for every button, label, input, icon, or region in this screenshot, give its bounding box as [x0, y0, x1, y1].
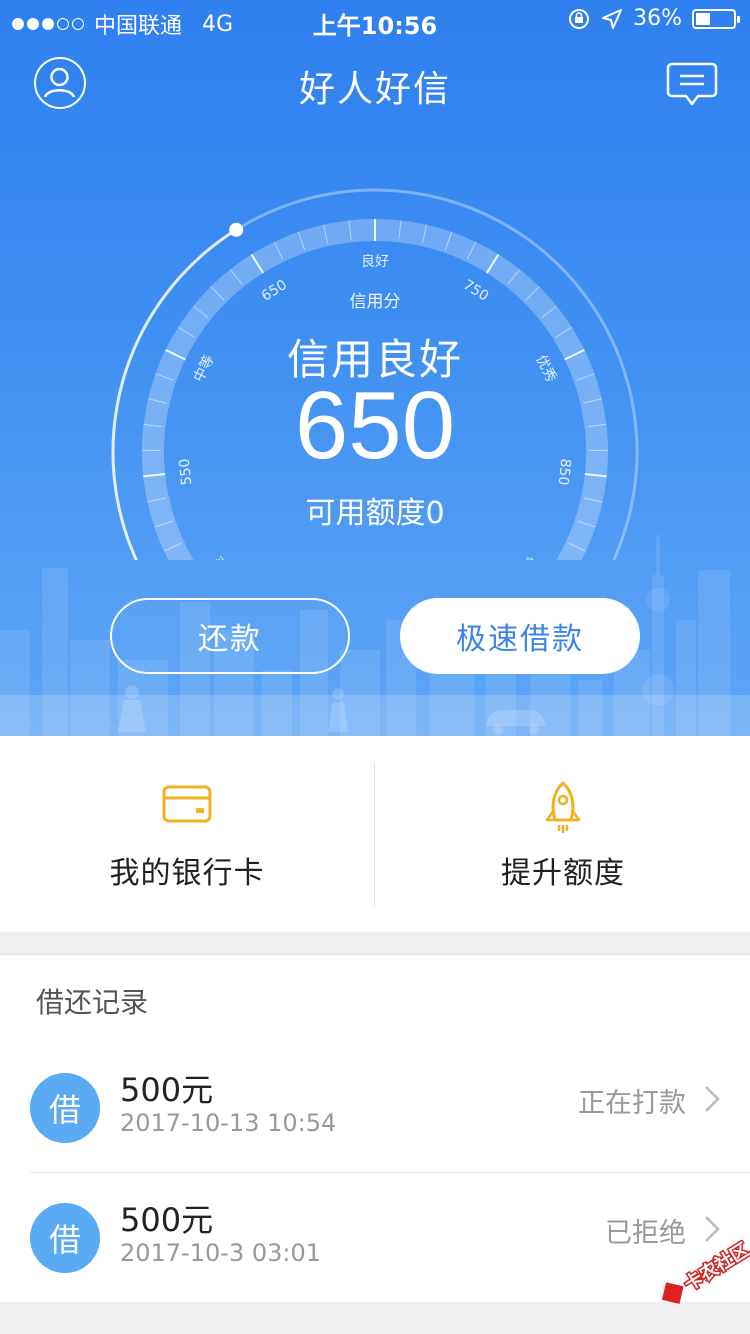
gauge-tick-label: 良好	[361, 254, 389, 270]
record-row[interactable]: 借 500元 2017-10-3 03:01 已拒绝	[0, 1173, 750, 1303]
record-status: 正在打款	[578, 1088, 686, 1119]
quick-actions-divider	[374, 762, 375, 906]
page-title: 好人好信	[298, 69, 451, 110]
borrow-badge: 借	[30, 1203, 100, 1273]
credit-score: 650	[294, 372, 456, 479]
gauge-subtitle: 信用分	[349, 292, 401, 312]
my-bank-card-label: 我的银行卡	[109, 856, 265, 891]
record-row[interactable]: 借 500元 2017-10-13 10:54 正在打款	[0, 1043, 750, 1173]
gauge-progress-marker	[229, 222, 244, 237]
rocket-icon	[543, 780, 583, 840]
record-date: 2017-10-3 03:01	[120, 1239, 321, 1267]
record-date: 2017-10-13 10:54	[120, 1109, 337, 1137]
quick-actions: 我的银行卡 提升额度	[0, 736, 750, 932]
chevron-right-icon	[705, 1086, 720, 1112]
borrow-badge: 借	[30, 1073, 100, 1143]
rotation-lock-icon	[569, 8, 590, 29]
location-arrow-icon	[602, 8, 623, 29]
chevron-right-icon	[705, 1216, 720, 1242]
svg-text:卡农社区: 卡农社区	[680, 1240, 750, 1295]
battery-icon	[692, 8, 740, 29]
repay-button[interactable]: 还款	[110, 598, 350, 674]
watermark-logo: 卡农社区	[661, 1240, 750, 1304]
my-bank-card-item[interactable]: 我的银行卡	[0, 736, 374, 932]
status-right: 36%	[567, 6, 740, 31]
record-amount: 500元	[120, 1071, 214, 1109]
loan-records-section: 借还记录 借 500元 2017-10-13 10:54 正在打款 借 500元…	[0, 954, 750, 1302]
bank-card-icon	[161, 784, 213, 828]
raise-quota-label: 提升额度	[501, 856, 625, 891]
records-title: 借还记录	[36, 986, 149, 1019]
raise-quota-item[interactable]: 提升额度	[376, 736, 750, 932]
record-amount: 500元	[120, 1201, 214, 1239]
hero-section: 中国联通 4G 上午10:56 36% 好人好信 550 中等 650 良好 7…	[0, 0, 750, 736]
message-button[interactable]	[666, 60, 718, 108]
message-icon	[666, 62, 718, 106]
status-bar: 中国联通 4G 上午10:56 36%	[0, 0, 750, 40]
battery-percent: 36%	[633, 6, 682, 31]
quick-borrow-button[interactable]: 极速借款	[400, 598, 640, 674]
